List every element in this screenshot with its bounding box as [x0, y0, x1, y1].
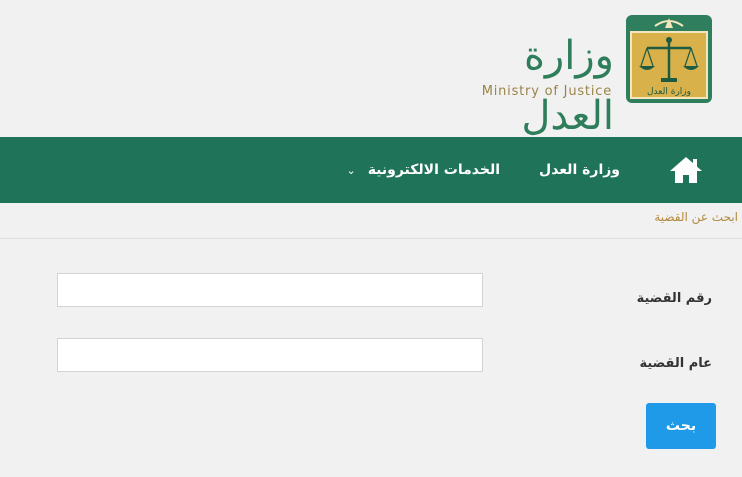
case-year-input[interactable] [57, 338, 483, 372]
ministry-emblem: وزارة العدل [626, 15, 712, 103]
chevron-down-icon: ⌄ [346, 164, 356, 177]
home-icon[interactable] [668, 155, 704, 185]
logo-english-text: Ministry of Justice [481, 84, 612, 99]
section-divider [0, 238, 742, 239]
nav-item-eservices-label: الخدمات الالكترونية [367, 162, 500, 178]
nav-item-ministry[interactable]: وزارة العدل [539, 137, 620, 203]
emblem-caption: وزارة العدل [647, 87, 691, 97]
case-year-label: عام القضية [639, 356, 712, 371]
logo-arabic-text: وزارة العدل [521, 33, 614, 139]
case-number-input[interactable] [57, 273, 483, 307]
nav-item-ministry-label: وزارة العدل [539, 162, 620, 178]
breadcrumb: ابحث عن القضية [654, 210, 738, 224]
search-button[interactable]: بحث [646, 403, 716, 449]
main-navbar: وزارة العدل الخدمات الالكترونية ⌄ [0, 137, 742, 203]
nav-item-eservices[interactable]: الخدمات الالكترونية ⌄ [320, 137, 500, 203]
site-header: وزارة العدل وزارة العدل Ministry of Just… [0, 0, 742, 139]
case-number-label: رقم القضية [636, 291, 712, 306]
